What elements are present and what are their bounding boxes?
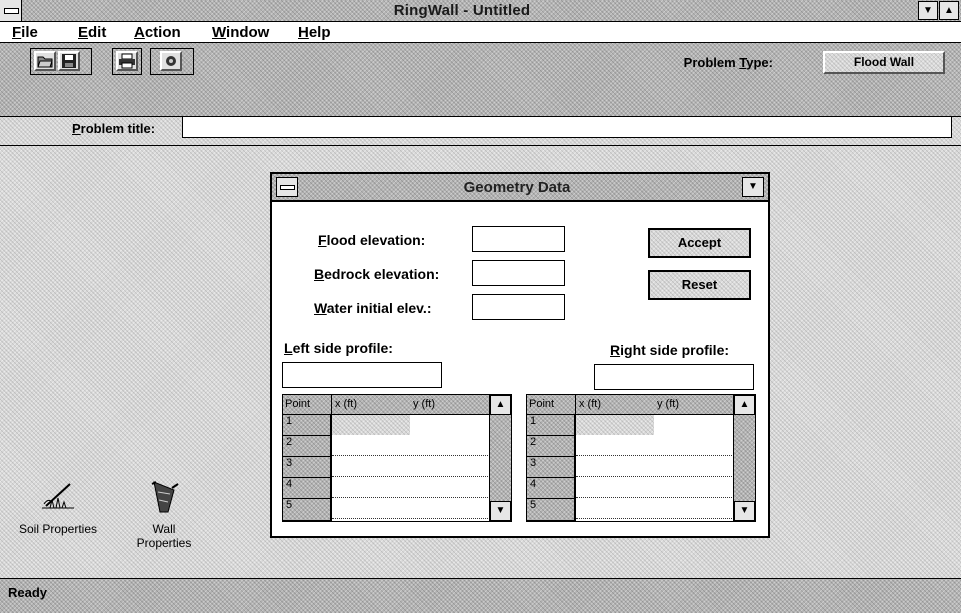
chevron-down-icon: ▼ — [748, 181, 758, 192]
dialog-system-menu-button[interactable] — [276, 177, 298, 197]
grid-row-head: 5 — [527, 499, 575, 521]
right-side-profile-label: Right side profile: — [610, 342, 730, 358]
dialog-title: Geometry Data — [463, 179, 571, 196]
grid-row[interactable] — [576, 456, 734, 477]
left-profile-grid: Point x (ft) y (ft) 1 2 3 4 5 ▲ ▼ — [282, 394, 512, 522]
grid-header-x: x (ft) — [579, 398, 601, 410]
water-initial-elev-input[interactable] — [472, 294, 565, 320]
minimize-button[interactable]: ▼ — [918, 1, 938, 20]
grid-header-y: y (ft) — [657, 398, 679, 410]
wall-icon — [151, 481, 179, 513]
title-bar: RingWall - Untitled ▼ ▲ — [0, 0, 961, 22]
status-text: Ready — [8, 585, 48, 600]
grid-row[interactable] — [332, 477, 490, 498]
grid-row-head: 1 — [527, 415, 575, 436]
grid-header-y: y (ft) — [413, 398, 435, 410]
arrow-down-icon: ▼ — [495, 505, 506, 516]
soil-properties-shortcut[interactable]: Soil Properties — [4, 478, 112, 536]
wall-properties-shortcut[interactable]: Wall Properties — [116, 480, 212, 550]
bedrock-elevation-label: Bedrock elevation: — [314, 266, 440, 282]
scroll-up-button[interactable]: ▲ — [490, 395, 511, 415]
system-menu-button[interactable] — [0, 0, 22, 21]
grid-cell-selected[interactable] — [332, 415, 410, 435]
right-grid-scrollbar[interactable]: ▲ ▼ — [733, 395, 755, 521]
grid-row[interactable] — [332, 498, 490, 519]
open-folder-icon — [37, 56, 53, 68]
right-side-profile-input[interactable] — [594, 364, 754, 390]
grid-row-head: 4 — [283, 478, 331, 499]
status-bar: Ready — [0, 578, 961, 613]
menu-edit[interactable]: Edit — [78, 24, 106, 41]
grid-row[interactable] — [332, 435, 490, 456]
grid-row[interactable] — [576, 498, 734, 519]
save-button[interactable] — [58, 51, 80, 71]
menu-window[interactable]: Window — [212, 24, 269, 41]
toolbar: Problem Type: Flood Wall — [0, 43, 961, 117]
save-disk-icon — [62, 54, 76, 68]
menu-action[interactable]: Action — [134, 24, 181, 41]
grid-row[interactable] — [576, 477, 734, 498]
grid-header-x: x (ft) — [335, 398, 357, 410]
left-side-profile-input[interactable] — [282, 362, 442, 388]
water-initial-elev-label: Water initial elev.: — [314, 300, 432, 316]
right-profile-grid: Point x (ft) y (ft) 1 2 3 4 5 ▲ ▼ — [526, 394, 756, 522]
chevron-up-icon: ▲ — [944, 5, 954, 16]
grid-header-row — [527, 395, 734, 415]
settings-button[interactable] — [160, 51, 182, 71]
grid-row-head: 3 — [527, 457, 575, 478]
flood-elevation-input[interactable] — [472, 226, 565, 252]
grid-row-head: 4 — [527, 478, 575, 499]
problem-type-button[interactable]: Flood Wall — [823, 51, 945, 74]
dialog-title-bar: Geometry Data ▼ — [272, 174, 768, 202]
soil-properties-label: Soil Properties — [18, 522, 98, 536]
scroll-down-button[interactable]: ▼ — [734, 501, 755, 521]
problem-title-input[interactable] — [182, 116, 952, 138]
scroll-down-button[interactable]: ▼ — [490, 501, 511, 521]
menu-help[interactable]: Help — [298, 24, 331, 41]
print-button[interactable] — [116, 51, 138, 71]
arrow-down-icon: ▼ — [739, 505, 750, 516]
problem-title-label: Problem title: — [72, 121, 156, 136]
chevron-down-icon: ▼ — [923, 5, 933, 16]
wall-properties-label-line1: Wall — [152, 522, 176, 536]
reset-button[interactable]: Reset — [648, 270, 751, 300]
geometry-data-dialog: Geometry Data ▼ Flood elevation: Bedrock… — [270, 172, 770, 538]
grid-row-head: 2 — [283, 436, 331, 457]
grid-row[interactable] — [576, 435, 734, 456]
menu-file[interactable]: File — [12, 24, 38, 41]
bedrock-elevation-input[interactable] — [472, 260, 565, 286]
flood-elevation-label: Flood elevation: — [318, 232, 426, 248]
problem-type-label: Problem Type: — [683, 55, 773, 70]
left-side-profile-label: Left side profile: — [284, 340, 393, 356]
dialog-minimize-button[interactable]: ▼ — [742, 177, 764, 197]
grid-row-head: 3 — [283, 457, 331, 478]
accept-button[interactable]: Accept — [648, 228, 751, 258]
grid-row-head: 5 — [283, 499, 331, 521]
arrow-up-icon: ▲ — [739, 399, 750, 410]
grid-cell-selected[interactable] — [576, 415, 654, 435]
arrow-up-icon: ▲ — [495, 399, 506, 410]
grid-header-row — [283, 395, 490, 415]
grid-header-point: Point — [285, 398, 311, 410]
menu-bar: File Edit Action Window Help — [0, 22, 961, 43]
soil-icon — [42, 483, 74, 509]
grid-row-head: 2 — [527, 436, 575, 457]
settings-icon — [166, 56, 176, 66]
print-icon — [119, 53, 135, 69]
open-button[interactable] — [34, 51, 56, 71]
left-grid-scrollbar[interactable]: ▲ ▼ — [489, 395, 511, 521]
toolbar-divider — [0, 145, 961, 146]
maximize-button[interactable]: ▲ — [939, 1, 959, 20]
grid-row[interactable] — [332, 456, 490, 477]
window-title: RingWall - Untitled — [393, 2, 531, 19]
grid-row-head: 1 — [283, 415, 331, 436]
scroll-up-button[interactable]: ▲ — [734, 395, 755, 415]
grid-header-point: Point — [529, 398, 555, 410]
wall-properties-label-line2: Properties — [136, 536, 192, 550]
